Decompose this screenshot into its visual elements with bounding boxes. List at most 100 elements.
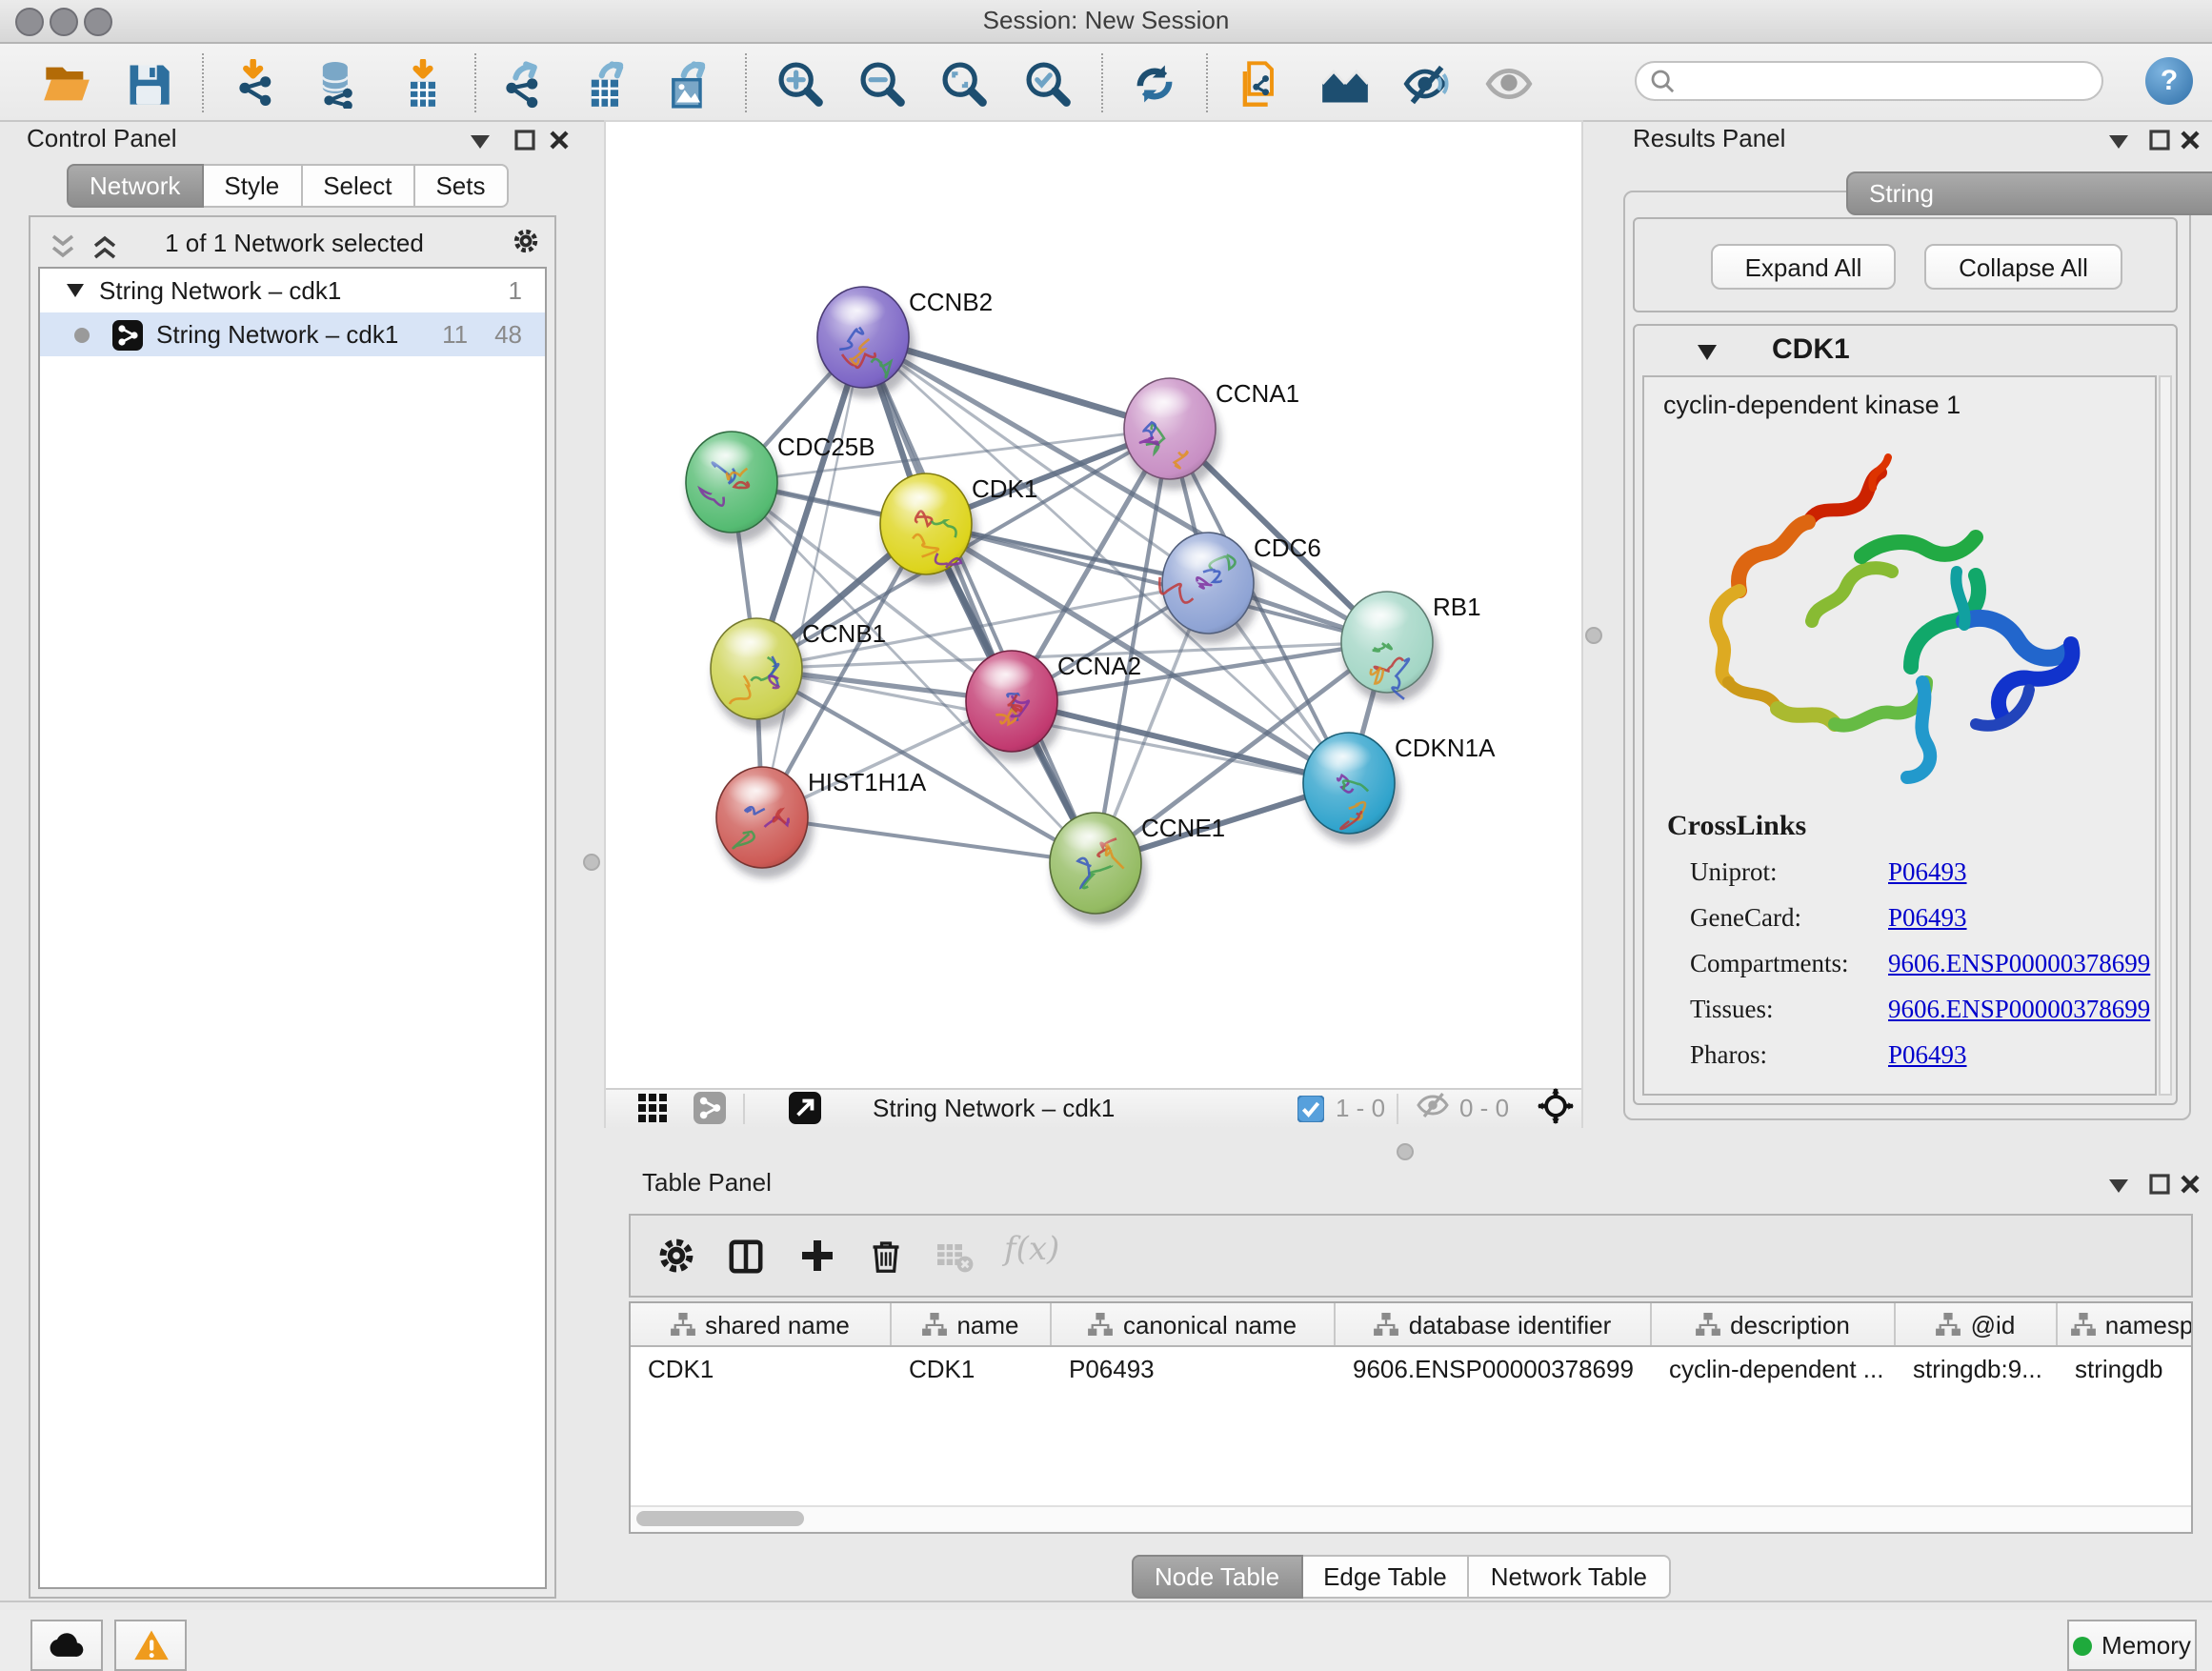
copy-network-icon[interactable] [1233,57,1286,111]
zoom-in-icon[interactable] [774,57,827,111]
right-splitter-handle[interactable] [1585,627,1602,644]
column-header-canonical-name[interactable]: canonical name [1052,1303,1336,1345]
node-RB1[interactable]: RB1 [1341,592,1481,703]
tab-select[interactable]: Select [300,164,414,208]
collapse-all-button[interactable]: Collapse All [1924,244,2122,290]
table-row[interactable]: CDK1CDK1P064939606.ENSP00000378699cyclin… [631,1347,2191,1389]
export-network-icon[interactable] [497,57,551,111]
import-network-icon[interactable] [231,57,284,111]
node-CDC25B[interactable]: CDC25B [686,432,875,543]
panel-close-icon[interactable] [545,126,572,152]
panel-float-icon[interactable] [2145,1170,2172,1197]
table-cell[interactable]: cyclin-dependent ... [1652,1347,1896,1389]
import-table-icon[interactable] [396,57,450,111]
tab-style[interactable]: Style [201,164,302,208]
tab-sets[interactable]: Sets [412,164,508,208]
delete-column-trash-icon[interactable] [859,1229,913,1282]
table-options-gear-icon[interactable] [650,1229,703,1282]
column-header-id[interactable]: @id [1896,1303,2058,1345]
show-all-eye-icon[interactable] [1482,57,1536,111]
tab-string[interactable]: String [1846,171,2212,215]
node-CDK1[interactable]: CDK1 [880,473,1037,585]
table-cell[interactable]: P06493 [1052,1347,1336,1389]
create-column-plus-icon[interactable] [791,1229,844,1282]
results-scrollbar[interactable] [2159,375,2172,1096]
help-button[interactable]: ? [2145,57,2193,105]
tab-network-table[interactable]: Network Table [1468,1555,1670,1599]
section-collapse-icon[interactable] [1698,345,1717,360]
panel-close-icon[interactable] [2176,126,2202,152]
node-CDKN1A[interactable]: CDKN1A [1303,733,1496,844]
export-image-icon[interactable] [661,57,714,111]
column-header-shared-name[interactable]: shared name [631,1303,892,1345]
status-divider [0,1601,2212,1602]
show-columns-icon[interactable] [718,1229,772,1282]
left-splitter-handle[interactable] [583,854,600,871]
table-cell[interactable]: 9606.ENSP00000378699 [1336,1347,1652,1389]
selected-checkbox-icon[interactable] [1297,1096,1324,1128]
table-cell[interactable]: CDK1 [631,1347,892,1389]
panel-menu-icon[interactable] [467,128,493,154]
column-header-name[interactable]: name [892,1303,1052,1345]
expand-all-button[interactable]: Expand All [1711,244,1896,290]
column-header-database-identifier[interactable]: database identifier [1336,1303,1652,1345]
node-HIST1H1A[interactable]: HIST1H1A [716,767,927,878]
crosslink-row: Pharos:P06493 [1690,1040,2147,1071]
cloud-status-button[interactable] [30,1620,103,1671]
zoom-fit-icon[interactable] [937,57,991,111]
fit-selected-crosshair-icon[interactable] [1528,1078,1581,1132]
import-database-icon[interactable] [311,57,364,111]
crosslink-link[interactable]: P06493 [1888,1040,1967,1071]
table-h-scrollbar[interactable] [631,1505,2191,1532]
zoom-selected-icon[interactable] [1021,57,1075,111]
network-options-gear-icon[interactable] [513,227,539,253]
table-cell[interactable]: stringdb [2058,1347,2193,1389]
table-cell[interactable]: CDK1 [892,1347,1052,1389]
panel-float-icon[interactable] [2145,126,2172,152]
panel-close-icon[interactable] [2176,1170,2202,1197]
network-collection-row[interactable]: String Network – cdk1 1 [40,269,545,312]
zoom-out-icon[interactable] [855,57,909,111]
protein-structure-image [1698,438,2098,791]
edge-CCNB2-HIST1H1A[interactable] [762,337,863,817]
table-cell[interactable]: stringdb:9... [1896,1347,2058,1389]
export-table-icon[interactable] [579,57,633,111]
toolbar-separator [1101,53,1103,112]
bottom-splitter-handle[interactable] [1397,1143,1414,1160]
panel-menu-icon[interactable] [2105,1172,2132,1198]
node-count: 11 [442,320,468,349]
scrollbar-thumb[interactable] [636,1511,804,1526]
network-graph[interactable]: CCNB2CCNA1CDC25BCDK1CDC6RB1CCNB1CCNA2CDK… [606,122,1581,1088]
hidden-node-edge-counts: 0 - 0 [1459,1094,1509,1122]
crosslink-link[interactable]: P06493 [1888,857,1967,888]
panel-menu-icon[interactable] [2105,128,2132,154]
search-input[interactable] [1675,66,2063,96]
network-row-selected[interactable]: String Network – cdk1 11 48 [40,312,545,356]
column-header-description[interactable]: description [1652,1303,1896,1345]
refresh-icon[interactable] [1128,57,1181,111]
network-view[interactable]: CCNB2CCNA1CDC25BCDK1CDC6RB1CCNB1CCNA2CDK… [604,120,1583,1128]
tab-node-table[interactable]: Node Table [1132,1555,1302,1599]
crosslink-link[interactable]: 9606.ENSP00000378699 [1888,949,2150,979]
network-badge-icon[interactable] [682,1080,735,1134]
birdseye-grid-icon[interactable] [625,1080,678,1134]
node-label-CDK1: CDK1 [972,474,1037,503]
search-box[interactable] [1635,61,2103,101]
crosslink-link[interactable]: P06493 [1888,903,1967,934]
crosslink-link[interactable]: 9606.ENSP00000378699 [1888,995,2150,1025]
tab-edge-table[interactable]: Edge Table [1300,1555,1470,1599]
tree-expander-icon[interactable] [67,284,84,297]
panel-float-icon[interactable] [511,126,537,152]
toolbar-separator [1206,53,1208,112]
open-file-icon[interactable] [40,57,93,111]
hide-selected-eye-icon[interactable] [1400,57,1454,111]
current-network-dot [74,327,90,342]
node-CCNB2[interactable]: CCNB2 [817,287,993,398]
home-browser-icon[interactable] [1318,57,1372,111]
warnings-button[interactable] [114,1620,187,1671]
memory-button[interactable]: Memory [2067,1620,2197,1671]
tab-network[interactable]: Network [67,164,203,208]
open-in-window-icon[interactable] [777,1080,831,1134]
column-header-namespace[interactable]: namespace [2058,1303,2193,1345]
save-session-icon[interactable] [122,57,175,111]
